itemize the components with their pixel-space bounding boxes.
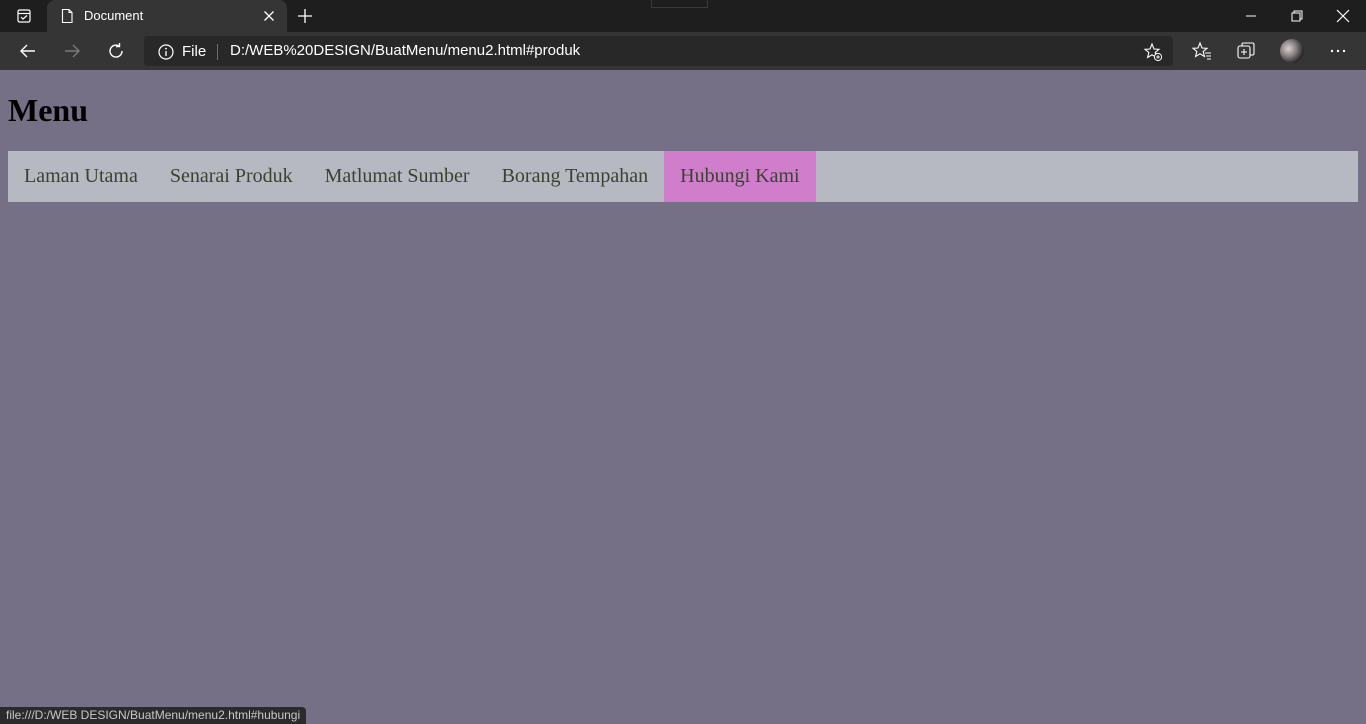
status-bar-url: file:///D:/WEB DESIGN/BuatMenu/menu2.htm… bbox=[0, 707, 307, 724]
favorites-icon bbox=[1192, 41, 1211, 60]
page-icon bbox=[61, 8, 73, 24]
forward-arrow-icon bbox=[65, 44, 80, 58]
page-title: Menu bbox=[8, 92, 88, 128]
back-button[interactable] bbox=[12, 36, 44, 66]
menu-item-senarai-produk[interactable]: Senarai Produk bbox=[154, 151, 309, 202]
refresh-icon bbox=[109, 43, 123, 58]
title-bar: Document bbox=[0, 0, 1366, 32]
nav-menu: Laman Utama Senarai Produk Matlumat Sumb… bbox=[8, 151, 1358, 202]
restore-button[interactable] bbox=[1274, 0, 1320, 32]
tab-actions-icon bbox=[17, 9, 31, 23]
more-button[interactable] bbox=[1322, 36, 1354, 66]
minimize-button[interactable] bbox=[1228, 0, 1274, 32]
site-info-button[interactable]: File bbox=[158, 43, 206, 60]
window-close-button[interactable] bbox=[1320, 0, 1366, 32]
tab-actions-button[interactable] bbox=[8, 4, 40, 28]
browser-tab[interactable]: Document bbox=[47, 0, 287, 32]
forward-button[interactable] bbox=[56, 36, 88, 66]
tab-title: Document bbox=[84, 8, 144, 23]
window-drag-handle[interactable] bbox=[651, 0, 708, 8]
menu-item-laman-utama[interactable]: Laman Utama bbox=[8, 151, 154, 202]
url-text[interactable]: D:/WEB%20DESIGN/BuatMenu/menu2.html#prod… bbox=[230, 42, 580, 59]
favorites-button[interactable] bbox=[1186, 36, 1218, 66]
close-icon bbox=[1336, 9, 1350, 23]
info-icon bbox=[158, 43, 174, 60]
close-icon[interactable] bbox=[261, 8, 277, 24]
address-bar[interactable]: File D:/WEB%20DESIGN/BuatMenu/menu2.html… bbox=[144, 36, 1173, 66]
menu-item-matlumat-sumber[interactable]: Matlumat Sumber bbox=[309, 151, 486, 202]
profile-button[interactable] bbox=[1276, 36, 1308, 66]
avatar bbox=[1280, 39, 1304, 63]
minimize-icon bbox=[1246, 15, 1256, 17]
page-content: Menu Laman Utama Senarai Produk Matlumat… bbox=[0, 70, 1366, 724]
restore-icon bbox=[1291, 10, 1303, 22]
browser-toolbar: File D:/WEB%20DESIGN/BuatMenu/menu2.html… bbox=[0, 32, 1366, 70]
refresh-button[interactable] bbox=[100, 36, 132, 66]
plus-icon[interactable] bbox=[295, 6, 315, 26]
star-plus-icon[interactable] bbox=[1143, 42, 1163, 62]
menu-item-hubungi-kami[interactable]: Hubungi Kami bbox=[664, 151, 816, 202]
collections-icon bbox=[1237, 42, 1255, 59]
menu-item-borang-tempahan[interactable]: Borang Tempahan bbox=[486, 151, 665, 202]
site-info-label: File bbox=[182, 43, 207, 60]
collections-button[interactable] bbox=[1230, 36, 1262, 66]
more-icon bbox=[1330, 49, 1346, 53]
address-separator bbox=[217, 44, 218, 60]
back-arrow-icon bbox=[20, 44, 35, 58]
